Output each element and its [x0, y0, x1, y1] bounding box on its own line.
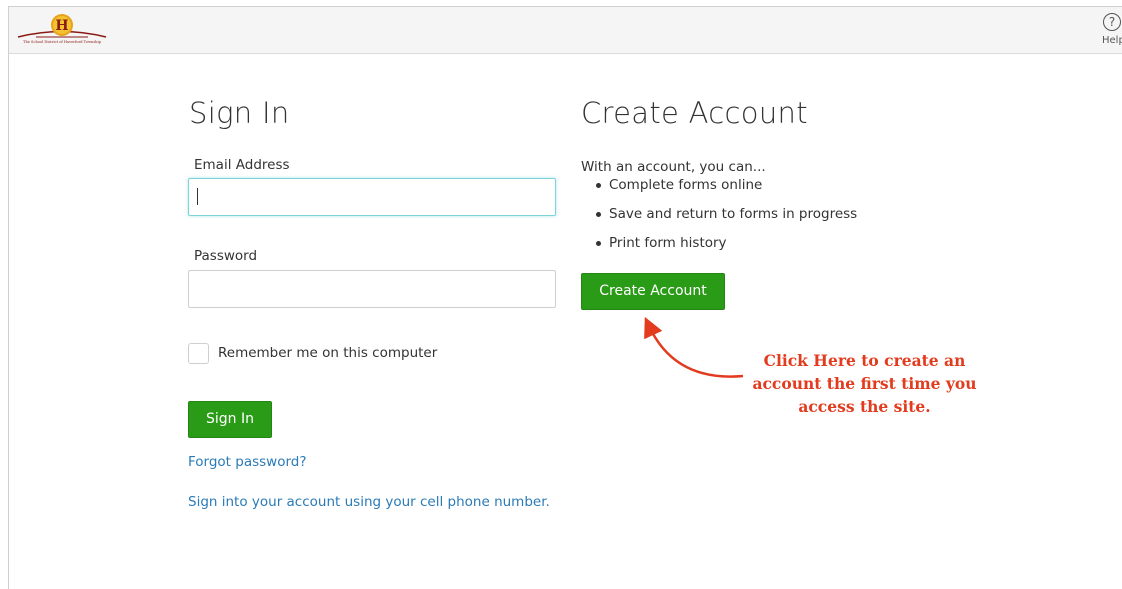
top-bar [9, 7, 1122, 54]
logo-emblem-icon: H [17, 14, 107, 38]
text-caret [197, 188, 198, 205]
password-label: Password [194, 248, 258, 264]
create-account-title: Create Account [581, 96, 808, 130]
help-button[interactable]: ? Help [1100, 13, 1122, 49]
cell-phone-sign-in-link[interactable]: Sign into your account using your cell p… [188, 494, 550, 510]
sign-in-button[interactable]: Sign In [188, 401, 272, 438]
page-frame [8, 6, 1122, 589]
list-item: Save and return to forms in progress [595, 206, 857, 235]
benefits-intro: With an account, you can... [581, 159, 766, 175]
list-item: Complete forms online [595, 177, 857, 206]
district-logo[interactable]: H The School District of Haverford Towns… [16, 13, 108, 49]
benefits-list: Complete forms online Save and return to… [595, 177, 857, 264]
logo-text: The School District of Haverford Townshi… [23, 40, 101, 44]
sign-in-title: Sign In [189, 96, 290, 130]
annotation-callout: Click Here to create an account the firs… [742, 349, 987, 418]
create-account-button[interactable]: Create Account [581, 273, 725, 310]
forgot-password-link[interactable]: Forgot password? [188, 454, 307, 470]
password-field[interactable] [188, 270, 556, 308]
annotation-line: Click Here to create an [763, 351, 966, 370]
list-item: Print form history [595, 235, 857, 264]
email-field[interactable] [188, 178, 556, 216]
annotation-line: account the first time you [752, 374, 977, 393]
remember-me-label[interactable]: Remember me on this computer [218, 345, 437, 361]
annotation-arrow-icon [644, 316, 744, 378]
annotation-line: access the site. [798, 397, 931, 416]
remember-me-checkbox[interactable] [188, 343, 209, 364]
email-label: Email Address [194, 157, 290, 173]
help-label: Help [1102, 35, 1122, 46]
question-circle-icon: ? [1103, 13, 1121, 31]
svg-text:H: H [55, 18, 68, 34]
